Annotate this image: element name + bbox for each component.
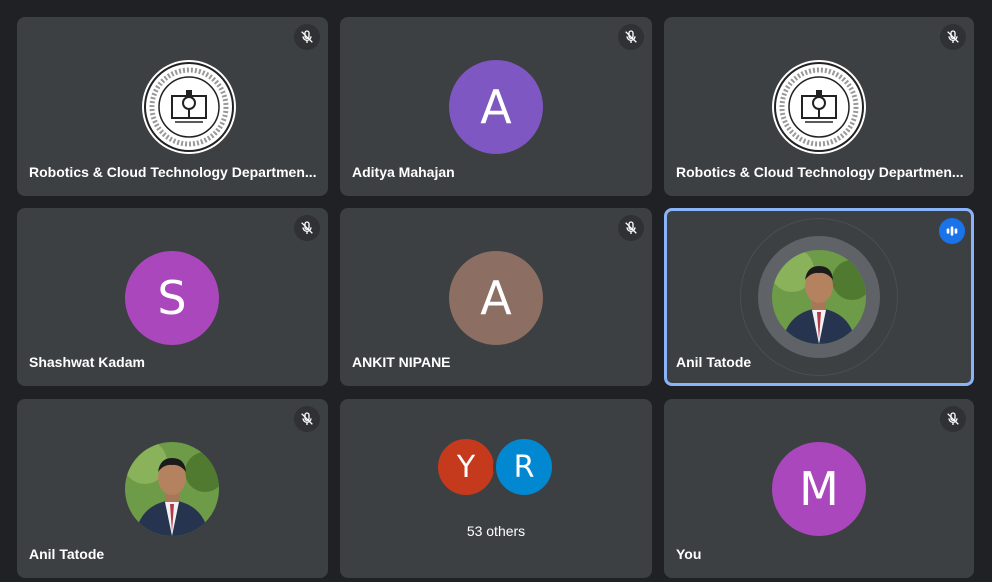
participant-name: Anil Tatode xyxy=(676,354,752,370)
mic-off-icon xyxy=(940,24,966,50)
mic-off-icon xyxy=(940,406,966,432)
mic-off-icon xyxy=(618,24,644,50)
audio-levels-icon xyxy=(939,218,965,244)
others-count: 53 others xyxy=(466,523,526,539)
participant-tile[interactable]: A ANKIT NIPANE xyxy=(340,208,652,386)
others-tile[interactable]: Y R 53 others xyxy=(340,399,652,578)
participant-name: You xyxy=(676,546,702,562)
participant-name: Anil Tatode xyxy=(29,546,105,562)
university-seal-logo xyxy=(142,60,236,154)
mic-off-icon xyxy=(294,215,320,241)
participant-tile[interactable]: Robotics & Cloud Technology Departmen... xyxy=(664,17,974,196)
participant-tile-speaking[interactable]: Anil Tatode xyxy=(664,208,974,386)
mic-off-icon xyxy=(294,24,320,50)
avatar: Y xyxy=(435,436,497,498)
participant-name: Shashwat Kadam xyxy=(29,354,145,370)
avatar: M xyxy=(772,442,866,536)
avatar xyxy=(125,442,219,536)
participant-name: Robotics & Cloud Technology Departmen... xyxy=(676,164,964,180)
mic-off-icon xyxy=(618,215,644,241)
avatar: S xyxy=(125,251,219,345)
participant-tile[interactable]: S Shashwat Kadam xyxy=(17,208,328,386)
avatar xyxy=(772,250,866,344)
participant-grid: Robotics & Cloud Technology Departmen...… xyxy=(0,0,992,582)
mic-off-icon xyxy=(294,406,320,432)
participant-tile[interactable]: Anil Tatode xyxy=(17,399,328,578)
avatar: A xyxy=(449,60,543,154)
avatar: R xyxy=(493,436,555,498)
participant-tile-self[interactable]: M You xyxy=(664,399,974,578)
participant-tile[interactable]: A Aditya Mahajan xyxy=(340,17,652,196)
avatar: A xyxy=(449,251,543,345)
participant-tile[interactable]: Robotics & Cloud Technology Departmen... xyxy=(17,17,328,196)
university-seal-logo xyxy=(772,60,866,154)
participant-name: ANKIT NIPANE xyxy=(352,354,451,370)
participant-name: Robotics & Cloud Technology Departmen... xyxy=(29,164,317,180)
participant-name: Aditya Mahajan xyxy=(352,164,455,180)
